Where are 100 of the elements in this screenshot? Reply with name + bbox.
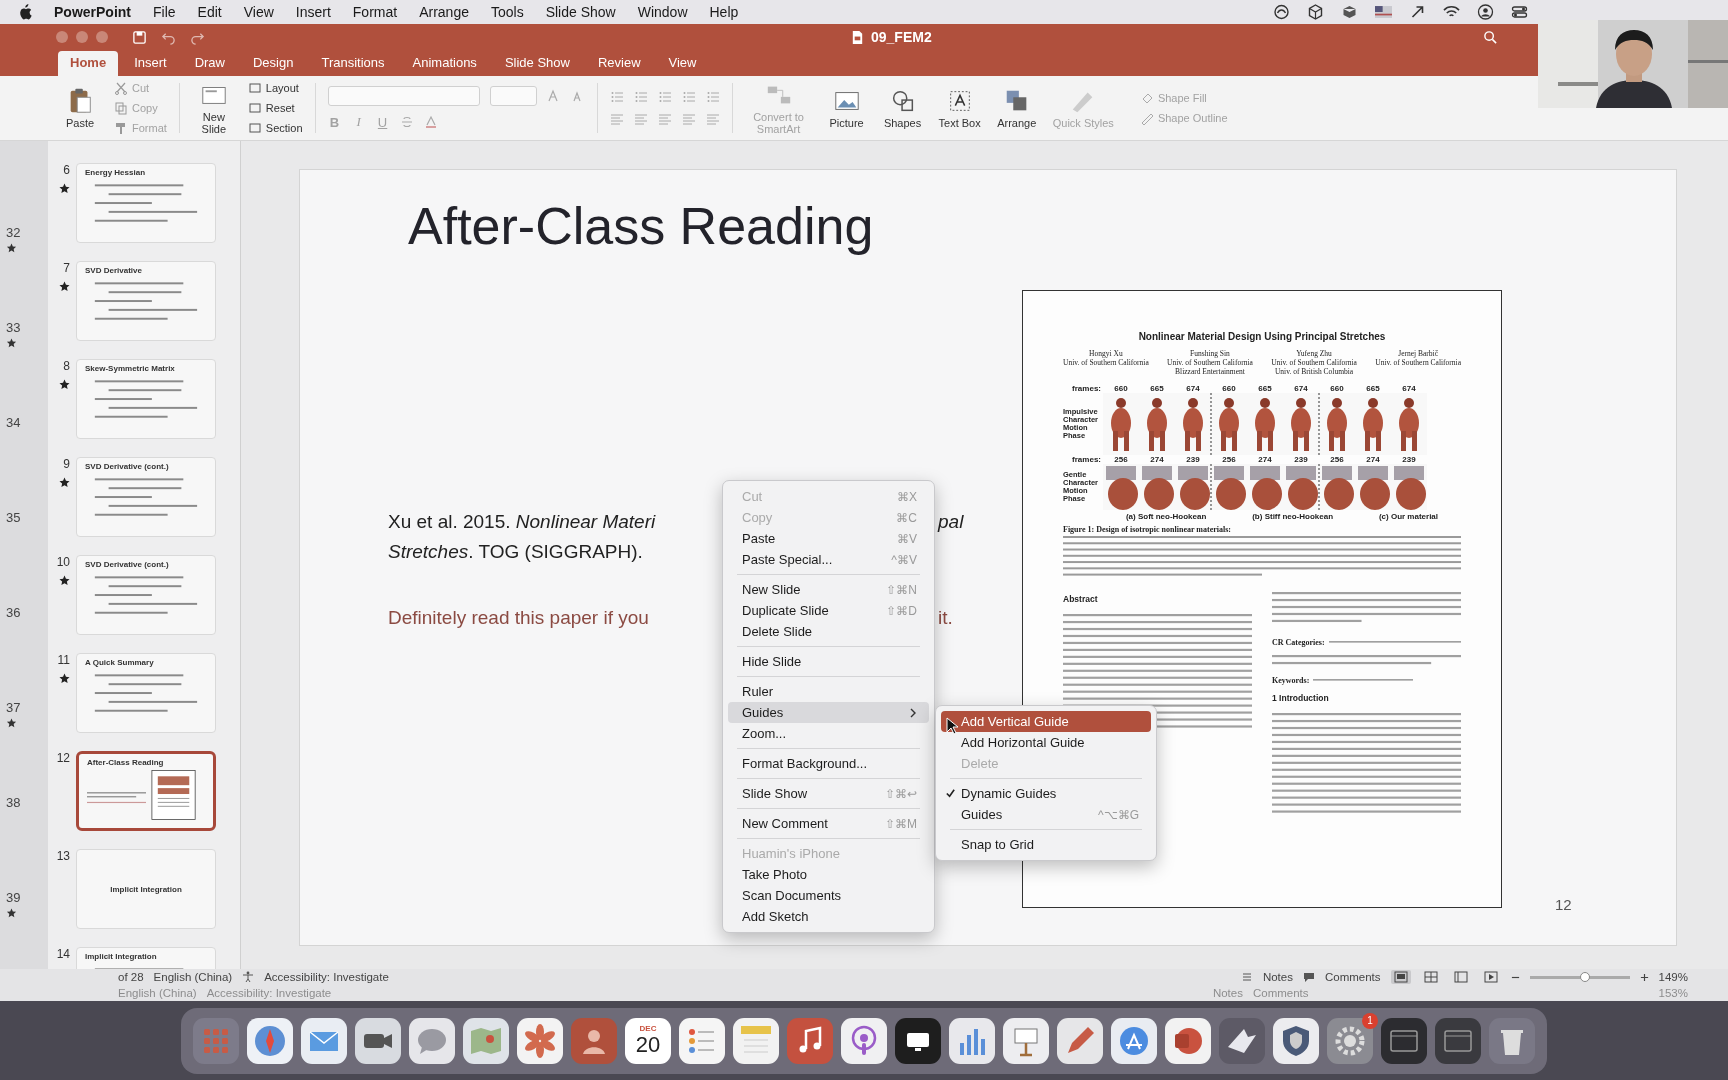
menu-item[interactable]: File [153, 4, 176, 20]
trash-icon[interactable] [1489, 1017, 1535, 1064]
insert-tool-button[interactable]: Text Box [936, 85, 983, 131]
search-icon[interactable] [1483, 29, 1498, 45]
music-note-icon[interactable] [787, 1017, 833, 1064]
menu-item[interactable]: New Comment ⇧⌘M [728, 813, 929, 834]
comments-button[interactable]: Comments [1324, 971, 1381, 983]
user-icon[interactable] [1477, 4, 1494, 20]
menu-item[interactable]: Tools [490, 4, 524, 20]
menu-item[interactable]: Insert [295, 4, 331, 20]
envelope-icon[interactable] [301, 1017, 347, 1064]
insert-tool-button[interactable]: Picture [824, 85, 869, 131]
view-button[interactable] [1390, 970, 1411, 984]
menu-item[interactable]: Format Background... [728, 753, 929, 774]
podcast-icon[interactable] [841, 1017, 887, 1064]
slide-thumbnail[interactable]: A Quick Summary [76, 653, 216, 733]
cube-icon[interactable] [1307, 4, 1324, 20]
podium-icon[interactable] [1003, 1017, 1049, 1064]
notepad-icon[interactable] [733, 1017, 779, 1064]
accessibility-icon[interactable] [242, 971, 255, 983]
speech-bubble-icon[interactable] [409, 1017, 455, 1064]
zoom-percentage[interactable]: 149% [1658, 971, 1688, 983]
menu-item[interactable]: Slide Show ⇧⌘↩ [728, 783, 929, 804]
pencil-icon[interactable] [1057, 1017, 1103, 1064]
app-store-icon[interactable] [1111, 1017, 1157, 1064]
paste-button[interactable]: Paste [58, 85, 102, 131]
shield-icon[interactable] [1273, 1017, 1319, 1064]
flower-icon[interactable] [517, 1017, 563, 1064]
menu-item[interactable]: Arrange [419, 4, 469, 20]
accessibility-status[interactable]: Accessibility: Investigate [264, 971, 389, 983]
zoom-slider-thumb[interactable] [1579, 971, 1590, 982]
zoom-slider[interactable] [1529, 975, 1630, 979]
language-status[interactable]: English (China) [153, 971, 233, 983]
menu-item[interactable]: New Slide ⇧⌘N [728, 579, 929, 600]
gear-icon[interactable] [1327, 1017, 1373, 1064]
font-size-field[interactable] [489, 86, 537, 106]
flag-icon[interactable] [1375, 4, 1392, 20]
map-icon[interactable] [463, 1017, 509, 1064]
ribbon-tab[interactable]: View [656, 51, 709, 76]
slide-tool-button[interactable]: Section [247, 119, 303, 137]
box-icon[interactable] [1341, 4, 1358, 20]
slide-thumbnail[interactable]: After-Class Reading [76, 751, 216, 831]
slide-thumbnail[interactable]: Implicit Integration [76, 947, 216, 969]
window-icon[interactable] [1435, 1017, 1481, 1064]
ribbon-tab[interactable]: Review [585, 51, 653, 76]
menu-item[interactable]: Guides ^⌥⌘G [941, 804, 1151, 825]
ribbon-tab[interactable]: Insert [122, 51, 179, 76]
menu-item[interactable]: Paste Special... ^⌘V [728, 549, 929, 570]
ribbon-tab[interactable]: Home [58, 51, 119, 76]
menu-item[interactable]: Window [637, 4, 688, 20]
menu-item[interactable]: Snap to Grid [941, 834, 1151, 855]
ribbon-tab[interactable]: Draw [182, 51, 237, 76]
ribbon-tab[interactable]: Transitions [309, 51, 397, 76]
camera-icon[interactable] [355, 1017, 401, 1064]
slide-thumbnail[interactable]: SVD Derivative (cont.) [76, 555, 216, 635]
slide-tool-button[interactable]: Reset [247, 99, 303, 117]
bar-chart-icon[interactable] [949, 1017, 995, 1064]
menu-item[interactable]: Guides [728, 702, 929, 723]
window-icon[interactable] [1381, 1017, 1427, 1064]
menu-item[interactable]: Help [709, 4, 739, 20]
arrow-icon[interactable] [1409, 4, 1426, 20]
font-name-field[interactable] [327, 86, 480, 106]
slide-thumbnail[interactable]: Skew-Symmetric Matrix [76, 359, 216, 439]
ribbon-tab[interactable]: Design [241, 51, 306, 76]
toggle-icon[interactable] [1511, 4, 1528, 20]
comment-icon[interactable] [1302, 971, 1315, 983]
menu-item[interactable]: Slide Show [545, 4, 616, 20]
notes-button[interactable]: Notes [1262, 971, 1293, 983]
menu-item[interactable]: Take Photo [728, 864, 929, 885]
menu-item[interactable]: Hide Slide [728, 651, 929, 672]
presentation-icon[interactable] [1165, 1017, 1211, 1064]
menu-item[interactable]: Scan Documents [728, 885, 929, 906]
checklist-icon[interactable] [679, 1017, 725, 1064]
swirl-icon[interactable] [1273, 4, 1290, 20]
slide-thumbnail[interactable]: Energy Hessian [76, 163, 216, 243]
person-icon[interactable] [571, 1017, 617, 1064]
tv-icon[interactable] [895, 1017, 941, 1064]
slide-tool-button[interactable]: Layout [247, 79, 303, 97]
menu-app-name[interactable]: PowerPoint [54, 4, 131, 20]
menu-item[interactable]: Zoom... [728, 723, 929, 744]
new-slide-button[interactable]: New Slide [191, 79, 236, 137]
menu-item[interactable]: Add Horizontal Guide [941, 732, 1151, 753]
compass-icon[interactable] [247, 1017, 293, 1064]
calendar-icon[interactable]: DEC 20 [625, 1017, 671, 1064]
apple-icon[interactable] [18, 4, 32, 20]
zoom-in-icon[interactable] [1639, 972, 1649, 982]
menu-item[interactable]: Add Sketch [728, 906, 929, 927]
menu-item[interactable]: Ruler [728, 681, 929, 702]
slide-thumbnail[interactable]: Implicit Integration [76, 849, 216, 929]
menu-item[interactable]: Add Vertical Guide [941, 711, 1151, 732]
slide-thumbnail[interactable]: SVD Derivative [76, 261, 216, 341]
notes-icon[interactable] [1240, 971, 1253, 983]
menu-item[interactable]: Duplicate Slide ⇧⌘D [728, 600, 929, 621]
menu-item[interactable]: Format [352, 4, 398, 20]
menu-item[interactable]: View [243, 4, 274, 20]
menu-item[interactable]: Edit [197, 4, 222, 20]
save-icon[interactable] [132, 29, 147, 45]
menu-item[interactable]: Delete Slide [728, 621, 929, 642]
ribbon-tab[interactable]: Slide Show [492, 51, 582, 76]
insert-tool-button[interactable]: Arrange [994, 85, 1039, 131]
